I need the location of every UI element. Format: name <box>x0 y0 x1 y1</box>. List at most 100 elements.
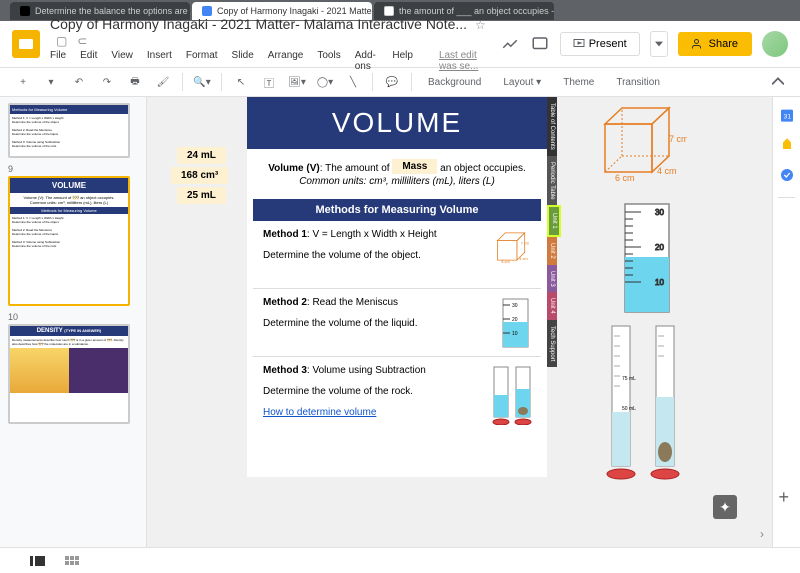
method-2-task: Determine the volume of the liquid. <box>263 318 531 329</box>
activity-icon[interactable] <box>500 34 520 54</box>
definition-section: Volume (V): The amount of Mass an object… <box>253 153 541 195</box>
calendar-icon[interactable]: 31 <box>779 107 795 123</box>
menu-slide[interactable]: Slide <box>232 50 254 72</box>
cloud-status-icon[interactable]: ⊂ <box>77 34 87 48</box>
theme-button[interactable]: Theme <box>555 74 602 91</box>
svg-text:75 mL: 75 mL <box>622 376 636 382</box>
tab-label: Determine the balance the options are on… <box>35 6 190 16</box>
slides-favicon-icon <box>202 6 212 16</box>
how-link[interactable]: How to determine volume <box>263 407 376 418</box>
grid-view-icon[interactable] <box>65 556 79 565</box>
cube-height-label: 7 cm <box>669 134 687 144</box>
doc-title[interactable]: Copy of Harmony Inagaki - 2021 Matter- M… <box>50 16 490 48</box>
menubar: File Edit View Insert Format Slide Arran… <box>50 50 490 72</box>
header-right: Present Share <box>500 31 788 57</box>
canvas-wrap[interactable]: 24 mL 168 cm³ 25 mL VOLUME Volume (V): T… <box>147 97 772 547</box>
image-tool[interactable]: 🖼▾ <box>286 71 308 93</box>
method-1-box: Method 1: V = Length x Width x Height De… <box>253 221 541 289</box>
background-button[interactable]: Background <box>420 74 489 91</box>
tab-periodic[interactable]: Periodic Table <box>547 156 557 206</box>
answer-box-1[interactable]: 24 mL <box>177 147 226 164</box>
menu-help[interactable]: Help <box>392 50 413 72</box>
add-panel-icon[interactable]: + <box>779 487 795 547</box>
transition-button[interactable]: Transition <box>608 74 668 91</box>
move-icon[interactable]: ▢ <box>56 34 67 48</box>
tab-contents[interactable]: Table of Contents <box>547 97 557 156</box>
right-side-panel: 31 + <box>772 97 800 547</box>
menu-tools[interactable]: Tools <box>317 50 340 72</box>
large-cylinder-diagram[interactable]: 30 20 10 <box>617 202 677 320</box>
cylinder-diagram-small: 30 20 10 <box>498 297 533 355</box>
slide-thumb-9[interactable]: 9 VOLUME Volume (V): The amount of ??? a… <box>8 164 138 306</box>
side-tabs: Table of Contents Periodic Table Unit 1 … <box>547 97 560 367</box>
google-favicon-icon <box>384 6 394 16</box>
brainly-favicon-icon <box>20 6 30 16</box>
slide-canvas[interactable]: VOLUME Volume (V): The amount of Mass an… <box>247 97 547 477</box>
last-edit-info[interactable]: Last edit was se... <box>439 50 490 72</box>
tab-tech[interactable]: Tech Support <box>547 320 557 367</box>
dropdown-icon[interactable]: ▾ <box>40 71 62 93</box>
filmstrip-view-icon[interactable] <box>30 556 45 566</box>
redo-button[interactable]: ↷ <box>96 71 118 93</box>
cyl-label-20: 20 <box>655 243 664 252</box>
slide-number: 9 <box>8 164 138 174</box>
answer-box-2[interactable]: 168 cm³ <box>171 167 228 184</box>
menu-edit[interactable]: Edit <box>80 50 97 72</box>
slide-thumb-10[interactable]: 10 DENSITY (TYPE IN ANSWER) Density meas… <box>8 312 138 424</box>
textbox-tool[interactable]: 🅃 <box>258 71 280 93</box>
method-2-box: Method 2: Read the Meniscus Determine th… <box>253 289 541 357</box>
svg-text:20: 20 <box>512 317 518 323</box>
comments-icon[interactable] <box>530 34 550 54</box>
tab-unit2[interactable]: Unit 2 <box>547 237 557 265</box>
present-dropdown[interactable] <box>650 31 668 57</box>
methods-header: Methods for Measuring Volume <box>253 199 541 221</box>
tab-unit1[interactable]: Unit 1 <box>547 205 561 237</box>
line-tool[interactable]: ╲ <box>342 71 364 93</box>
menu-arrange[interactable]: Arrange <box>268 50 304 72</box>
tab-unit3[interactable]: Unit 3 <box>547 265 557 293</box>
units-text: Common units: cm³, milliliters (mL), lit… <box>299 176 495 187</box>
doc-title-area: Copy of Harmony Inagaki - 2021 Matter- M… <box>50 16 490 72</box>
svg-text:10: 10 <box>512 331 518 337</box>
avatar[interactable] <box>762 31 788 57</box>
nav-right-icon[interactable]: › <box>760 527 764 541</box>
zoom-button[interactable]: 🔍▾ <box>191 71 213 93</box>
svg-text:4 cm: 4 cm <box>519 256 527 261</box>
svg-text:30: 30 <box>512 303 518 309</box>
menu-addons[interactable]: Add-ons <box>355 50 379 72</box>
star-icon[interactable]: ☆ <box>475 18 486 32</box>
comment-tool[interactable]: 💬 <box>381 71 403 93</box>
explore-button[interactable]: ✦ <box>713 495 737 519</box>
slide-title: VOLUME <box>247 97 547 149</box>
tab-unit4[interactable]: Unit 4 <box>547 292 557 320</box>
slides-logo-icon[interactable] <box>12 30 40 58</box>
svg-text:6 cm: 6 cm <box>501 259 509 264</box>
menu-insert[interactable]: Insert <box>147 50 172 72</box>
menu-format[interactable]: Format <box>186 50 218 72</box>
paint-format-button[interactable]: 🖌 <box>152 71 174 93</box>
menu-view[interactable]: View <box>111 50 133 72</box>
select-tool[interactable]: ↖ <box>230 71 252 93</box>
cube-diagram-small: 7 cm 6 cm 4 cm <box>493 229 533 267</box>
rock-cylinders-large[interactable]: 75 mL 50 mL <box>602 322 684 482</box>
menu-file[interactable]: File <box>50 50 66 72</box>
undo-button[interactable]: ↶ <box>68 71 90 93</box>
tasks-icon[interactable] <box>779 167 795 183</box>
collapse-toolbar-icon[interactable] <box>768 72 788 92</box>
slide-thumb-8[interactable]: Methods for Measuring Volume Method 1: V… <box>8 103 138 158</box>
layout-button[interactable]: Layout ▾ <box>495 74 549 91</box>
shape-tool[interactable]: ◯▾ <box>314 71 336 93</box>
cube-width-label: 6 cm <box>615 173 635 182</box>
present-button[interactable]: Present <box>560 32 640 56</box>
filmstrip[interactable]: Methods for Measuring Volume Method 1: V… <box>0 97 147 547</box>
print-button[interactable]: 🖶 <box>124 71 146 93</box>
keep-icon[interactable] <box>779 137 795 153</box>
docs-header: Copy of Harmony Inagaki - 2021 Matter- M… <box>0 21 800 67</box>
tab-label: the amount of ___ an object occupies - G… <box>399 6 554 16</box>
answer-box-3[interactable]: 25 mL <box>177 187 226 204</box>
new-slide-button[interactable]: + <box>12 71 34 93</box>
large-cube-diagram[interactable]: 7 cm 6 cm 4 cm <box>597 102 687 185</box>
method-1-task: Determine the volume of the object. <box>263 250 531 261</box>
mass-answer-box[interactable]: Mass <box>392 159 437 174</box>
share-button[interactable]: Share <box>678 32 752 56</box>
